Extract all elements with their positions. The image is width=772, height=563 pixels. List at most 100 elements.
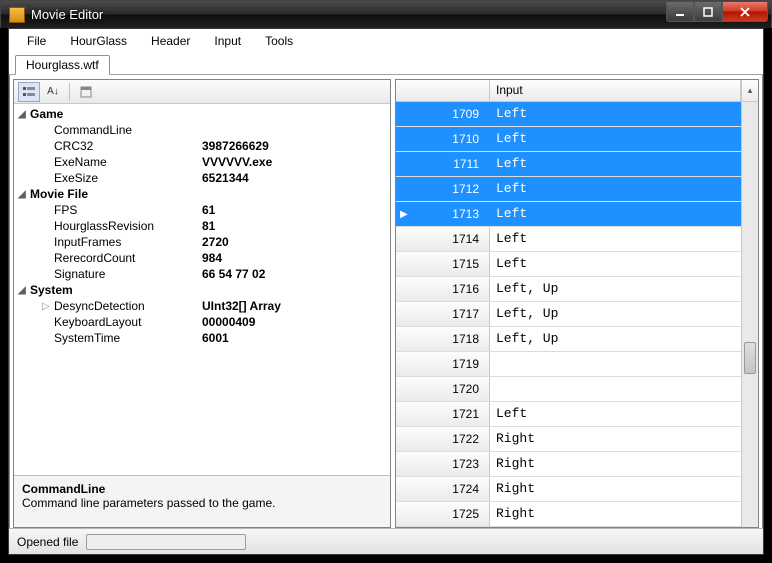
tab-hourglass-file[interactable]: Hourglass.wtf: [15, 55, 110, 75]
menu-header[interactable]: Header: [141, 32, 200, 50]
vertical-scrollbar[interactable]: [741, 102, 758, 527]
input-cell[interactable]: Right: [490, 427, 741, 451]
table-row[interactable]: 1714Left: [396, 227, 741, 252]
row-header[interactable]: 1714: [396, 227, 490, 251]
property-pages-button[interactable]: [75, 82, 97, 102]
row-header[interactable]: 1725: [396, 502, 490, 526]
property-value[interactable]: 81: [202, 219, 386, 233]
input-cell[interactable]: Left, Up: [490, 277, 741, 301]
scrollbar-thumb[interactable]: [744, 342, 756, 374]
row-header[interactable]: 1718: [396, 327, 490, 351]
property-value[interactable]: UInt32[] Array: [202, 299, 386, 313]
row-header[interactable]: ▶1713: [396, 202, 490, 226]
table-row[interactable]: 1725Right: [396, 502, 741, 527]
table-row[interactable]: 1712 Left: [396, 177, 741, 202]
property-row[interactable]: RerecordCount984: [14, 250, 390, 266]
table-row[interactable]: 1722Right: [396, 427, 741, 452]
property-value[interactable]: 61: [202, 203, 386, 217]
property-value[interactable]: 6001: [202, 331, 386, 345]
input-cell[interactable]: Left: [490, 252, 741, 276]
expand-icon[interactable]: ▷: [42, 301, 54, 312]
row-header[interactable]: 1719: [396, 352, 490, 376]
grid-rows[interactable]: 1709Left1710Left1711Left1712Left▶1713Lef…: [396, 102, 741, 527]
category-row[interactable]: ◢Game: [14, 106, 390, 122]
input-cell[interactable]: Left: [490, 177, 741, 201]
category-row[interactable]: ◢System: [14, 282, 390, 298]
property-grid[interactable]: ◢GameCommandLineCRC323987266629ExeNameVV…: [14, 104, 390, 475]
property-row[interactable]: HourglassRevision81: [14, 218, 390, 234]
row-header[interactable]: 1724: [396, 477, 490, 501]
property-value[interactable]: 2720: [202, 235, 386, 249]
menu-hourglass[interactable]: HourGlass: [60, 32, 137, 50]
grid-corner[interactable]: [396, 80, 490, 101]
input-cell[interactable]: Right: [490, 452, 741, 476]
category-row[interactable]: ◢Movie File: [14, 186, 390, 202]
table-row[interactable]: 1717Left, Up: [396, 302, 741, 327]
table-row[interactable]: 1715Left: [396, 252, 741, 277]
property-value[interactable]: VVVVVV.exe: [202, 155, 386, 169]
input-cell[interactable]: Left, Up: [490, 327, 741, 351]
input-cell[interactable]: Left: [490, 102, 741, 126]
alphabetical-button[interactable]: A↓: [42, 82, 64, 102]
input-cell[interactable]: Left: [490, 152, 741, 176]
table-row[interactable]: 1718Left, Up: [396, 327, 741, 352]
property-row[interactable]: Signature66 54 77 02: [14, 266, 390, 282]
input-cell[interactable]: [490, 377, 741, 401]
menu-file[interactable]: File: [17, 32, 56, 50]
row-header[interactable]: 1712: [396, 177, 490, 201]
table-row[interactable]: 1720: [396, 377, 741, 402]
row-header[interactable]: 1717: [396, 302, 490, 326]
input-cell[interactable]: Right: [490, 502, 741, 526]
property-row[interactable]: SystemTime6001: [14, 330, 390, 346]
categorized-button[interactable]: [18, 82, 40, 102]
property-row[interactable]: FPS61: [14, 202, 390, 218]
property-value[interactable]: 6521344: [202, 171, 386, 185]
titlebar[interactable]: Movie Editor: [0, 0, 772, 28]
row-header[interactable]: 1715: [396, 252, 490, 276]
input-cell[interactable]: Left, Up: [490, 302, 741, 326]
row-header[interactable]: 1716: [396, 277, 490, 301]
close-button[interactable]: [722, 2, 768, 22]
row-header[interactable]: 1720: [396, 377, 490, 401]
property-value[interactable]: 3987266629: [202, 139, 386, 153]
row-header[interactable]: 1722: [396, 427, 490, 451]
input-cell[interactable]: [490, 352, 741, 376]
row-header[interactable]: 1709: [396, 102, 490, 126]
row-header[interactable]: 1710: [396, 127, 490, 151]
table-row[interactable]: 1709Left: [396, 102, 741, 127]
table-row[interactable]: 1719: [396, 352, 741, 377]
property-name: HourglassRevision: [54, 219, 202, 233]
table-row[interactable]: 1710Left: [396, 127, 741, 152]
property-row[interactable]: KeyboardLayout00000409: [14, 314, 390, 330]
column-header-input[interactable]: Input: [490, 80, 741, 101]
frame-number: 1712: [452, 182, 479, 196]
property-value[interactable]: 66 54 77 02: [202, 267, 386, 281]
minimize-button[interactable]: [666, 2, 694, 22]
scroll-up-button[interactable]: ▴: [741, 80, 758, 101]
property-value[interactable]: 00000409: [202, 315, 386, 329]
row-header[interactable]: 1723: [396, 452, 490, 476]
menu-input[interactable]: Input: [204, 32, 251, 50]
property-value[interactable]: 984: [202, 251, 386, 265]
input-cell[interactable]: Left: [490, 402, 741, 426]
menu-tools[interactable]: Tools: [255, 32, 303, 50]
row-header[interactable]: 1721: [396, 402, 490, 426]
input-cell[interactable]: Left: [490, 127, 741, 151]
property-row[interactable]: CRC323987266629: [14, 138, 390, 154]
property-row[interactable]: ExeSize6521344: [14, 170, 390, 186]
table-row[interactable]: ▶1713Left: [396, 202, 741, 227]
table-row[interactable]: 1724Right: [396, 477, 741, 502]
property-row[interactable]: CommandLine: [14, 122, 390, 138]
input-cell[interactable]: Right: [490, 477, 741, 501]
row-header[interactable]: 1711: [396, 152, 490, 176]
table-row[interactable]: 1721Left: [396, 402, 741, 427]
table-row[interactable]: 1711Left: [396, 152, 741, 177]
property-row[interactable]: ▷DesyncDetectionUInt32[] Array: [14, 298, 390, 314]
table-row[interactable]: 1723Right: [396, 452, 741, 477]
maximize-button[interactable]: [694, 2, 722, 22]
property-row[interactable]: InputFrames2720: [14, 234, 390, 250]
property-row[interactable]: ExeNameVVVVVV.exe: [14, 154, 390, 170]
table-row[interactable]: 1716Left, Up: [396, 277, 741, 302]
input-cell[interactable]: Left: [490, 227, 741, 251]
input-cell[interactable]: Left: [490, 202, 741, 226]
